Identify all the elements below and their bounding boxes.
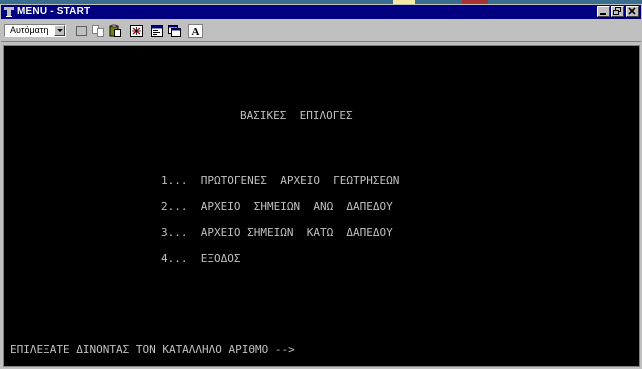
title-bar[interactable]: MENU - START xyxy=(1,5,641,19)
fullscreen-button[interactable] xyxy=(129,24,144,38)
font-button[interactable]: A xyxy=(188,24,203,38)
background-button[interactable] xyxy=(167,24,182,38)
minimize-button[interactable] xyxy=(597,6,610,17)
mark-button[interactable] xyxy=(74,24,89,38)
font-size-value: Αυτόματη xyxy=(10,25,49,35)
close-button[interactable] xyxy=(626,6,639,17)
menu-option-1: 1... ΠΡΩΤΟΓΕΝΕΣ ΑΡΧΕΙΟ ΓΕΩΤΡΗΣΕΩΝ xyxy=(161,174,400,187)
minimize-icon xyxy=(600,13,606,15)
restore-button[interactable] xyxy=(611,6,624,17)
mark-icon xyxy=(76,26,87,36)
svg-text:A: A xyxy=(192,26,200,38)
menu-option-4: 4... ΕΞΟΔΟΣ xyxy=(161,252,241,265)
paste-icon xyxy=(109,24,121,37)
menu-heading: ΒΑΣΙΚΕΣ ΕΠΙΛΟΓΕΣ xyxy=(240,109,353,122)
properties-button[interactable] xyxy=(150,24,165,38)
font-size-select[interactable]: Αυτόματη xyxy=(4,24,66,37)
paste-button[interactable] xyxy=(108,24,123,38)
properties-icon xyxy=(151,25,163,37)
background-icon xyxy=(168,25,181,37)
close-icon xyxy=(628,7,636,15)
fullscreen-icon xyxy=(130,25,143,37)
console-window: MENU - START Αυτόματη A ΒΑΣΙΚΕΣ ΕΠΙΛΟΓΕΣ… xyxy=(0,4,642,369)
copy-icon xyxy=(92,25,104,37)
menu-option-3: 3... ΑΡΧΕΙΟ ΣΗΜΕΙΩΝ ΚΑΤΩ ΔΑΠΕΔΟΥ xyxy=(161,226,393,239)
menu-option-2: 2... ΑΡΧΕΙΟ ΣΗΜΕΙΩΝ ΑΝΩ ΔΑΠΕΔΟΥ xyxy=(161,200,393,213)
window-title: MENU - START xyxy=(17,6,91,17)
restore-icon xyxy=(613,7,621,15)
toolbar: Αυτόματη A xyxy=(1,21,641,42)
chevron-down-icon[interactable] xyxy=(54,25,65,36)
copy-button[interactable] xyxy=(91,24,106,38)
ms-dos-icon[interactable] xyxy=(3,6,15,18)
console-screen[interactable]: ΒΑΣΙΚΕΣ ΕΠΙΛΟΓΕΣ 1... ΠΡΩΤΟΓΕΝΕΣ ΑΡΧΕΙΟ … xyxy=(3,45,640,367)
input-prompt: ΕΠΙΛΕΞΑΤΕ ΔΙΝΟΝΤΑΣ ΤΟΝ ΚΑΤΑΛΛΗΛΟ ΑΡΙΘΜΟ … xyxy=(10,343,295,356)
font-icon: A xyxy=(188,24,203,38)
